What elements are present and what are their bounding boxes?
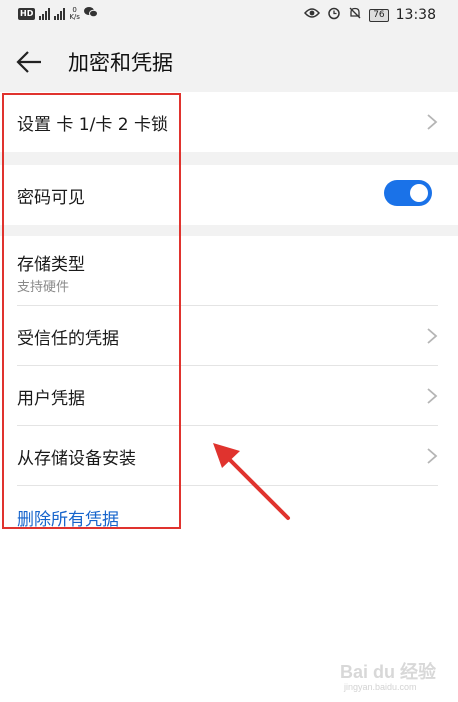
watermark-url: jingyan.baidu.com bbox=[344, 682, 417, 692]
password-visible-group: 密码可见 bbox=[0, 165, 458, 225]
wechat-icon bbox=[83, 6, 98, 22]
back-button[interactable] bbox=[14, 48, 46, 76]
chevron-right-icon bbox=[427, 328, 438, 344]
clear-credentials-link[interactable]: 删除所有凭据 bbox=[17, 505, 119, 530]
clock: 13:38 bbox=[395, 7, 436, 23]
net-speed-unit: K/s bbox=[69, 13, 80, 21]
section-gap bbox=[0, 152, 458, 165]
install-from-storage-label: 从存储设备安装 bbox=[17, 449, 136, 469]
credentials-group: 存储类型 支持硬件 受信任的凭据 用户凭据 从存储设备安装 删除所有凭据 bbox=[0, 236, 458, 546]
app-header: 加密和凭据 bbox=[0, 30, 458, 92]
section-gap bbox=[0, 225, 458, 236]
user-credentials-label: 用户凭据 bbox=[17, 389, 85, 409]
alarm-icon bbox=[327, 6, 341, 24]
eye-icon bbox=[304, 7, 321, 23]
chevron-right-icon bbox=[427, 114, 438, 130]
storage-type-row: 存储类型 支持硬件 bbox=[0, 236, 458, 306]
battery-icon: 76 bbox=[369, 8, 389, 22]
sim-lock-label: 设置 卡 1/卡 2 卡锁 bbox=[17, 115, 168, 135]
toggle-knob bbox=[410, 184, 428, 202]
watermark-logo: Bai du 经验 jingyan.baidu.com bbox=[340, 658, 440, 694]
password-visible-toggle[interactable] bbox=[384, 180, 432, 206]
storage-type-value: 支持硬件 bbox=[17, 280, 70, 295]
trusted-credentials-label: 受信任的凭据 bbox=[17, 329, 119, 349]
status-bar: HD 0 K/s 76 13:38 bbox=[0, 0, 458, 30]
sim-lock-row[interactable]: 设置 卡 1/卡 2 卡锁 bbox=[0, 92, 458, 152]
watermark-text: Bai du 经验 bbox=[340, 662, 437, 682]
signal-icon bbox=[39, 8, 51, 20]
clear-credentials-row[interactable]: 删除所有凭据 bbox=[0, 486, 458, 546]
password-visible-row[interactable]: 密码可见 bbox=[0, 165, 458, 225]
page-title: 加密和凭据 bbox=[68, 51, 173, 75]
install-from-storage-row[interactable]: 从存储设备安装 bbox=[0, 426, 458, 486]
storage-type-label: 存储类型 bbox=[17, 255, 85, 275]
signal-icon bbox=[54, 8, 66, 20]
password-visible-label: 密码可见 bbox=[17, 188, 85, 208]
status-left: HD 0 K/s bbox=[18, 6, 98, 22]
back-arrow-icon[interactable] bbox=[14, 48, 46, 76]
net-speed: 0 K/s bbox=[69, 7, 80, 21]
sim-lock-group: 设置 卡 1/卡 2 卡锁 bbox=[0, 92, 458, 152]
hd-icon: HD bbox=[18, 8, 36, 20]
status-right: 76 13:38 bbox=[304, 6, 436, 24]
chevron-right-icon bbox=[427, 388, 438, 404]
mute-icon bbox=[348, 6, 362, 24]
chevron-right-icon bbox=[427, 448, 438, 464]
trusted-credentials-row[interactable]: 受信任的凭据 bbox=[0, 306, 458, 366]
user-credentials-row[interactable]: 用户凭据 bbox=[0, 366, 458, 426]
